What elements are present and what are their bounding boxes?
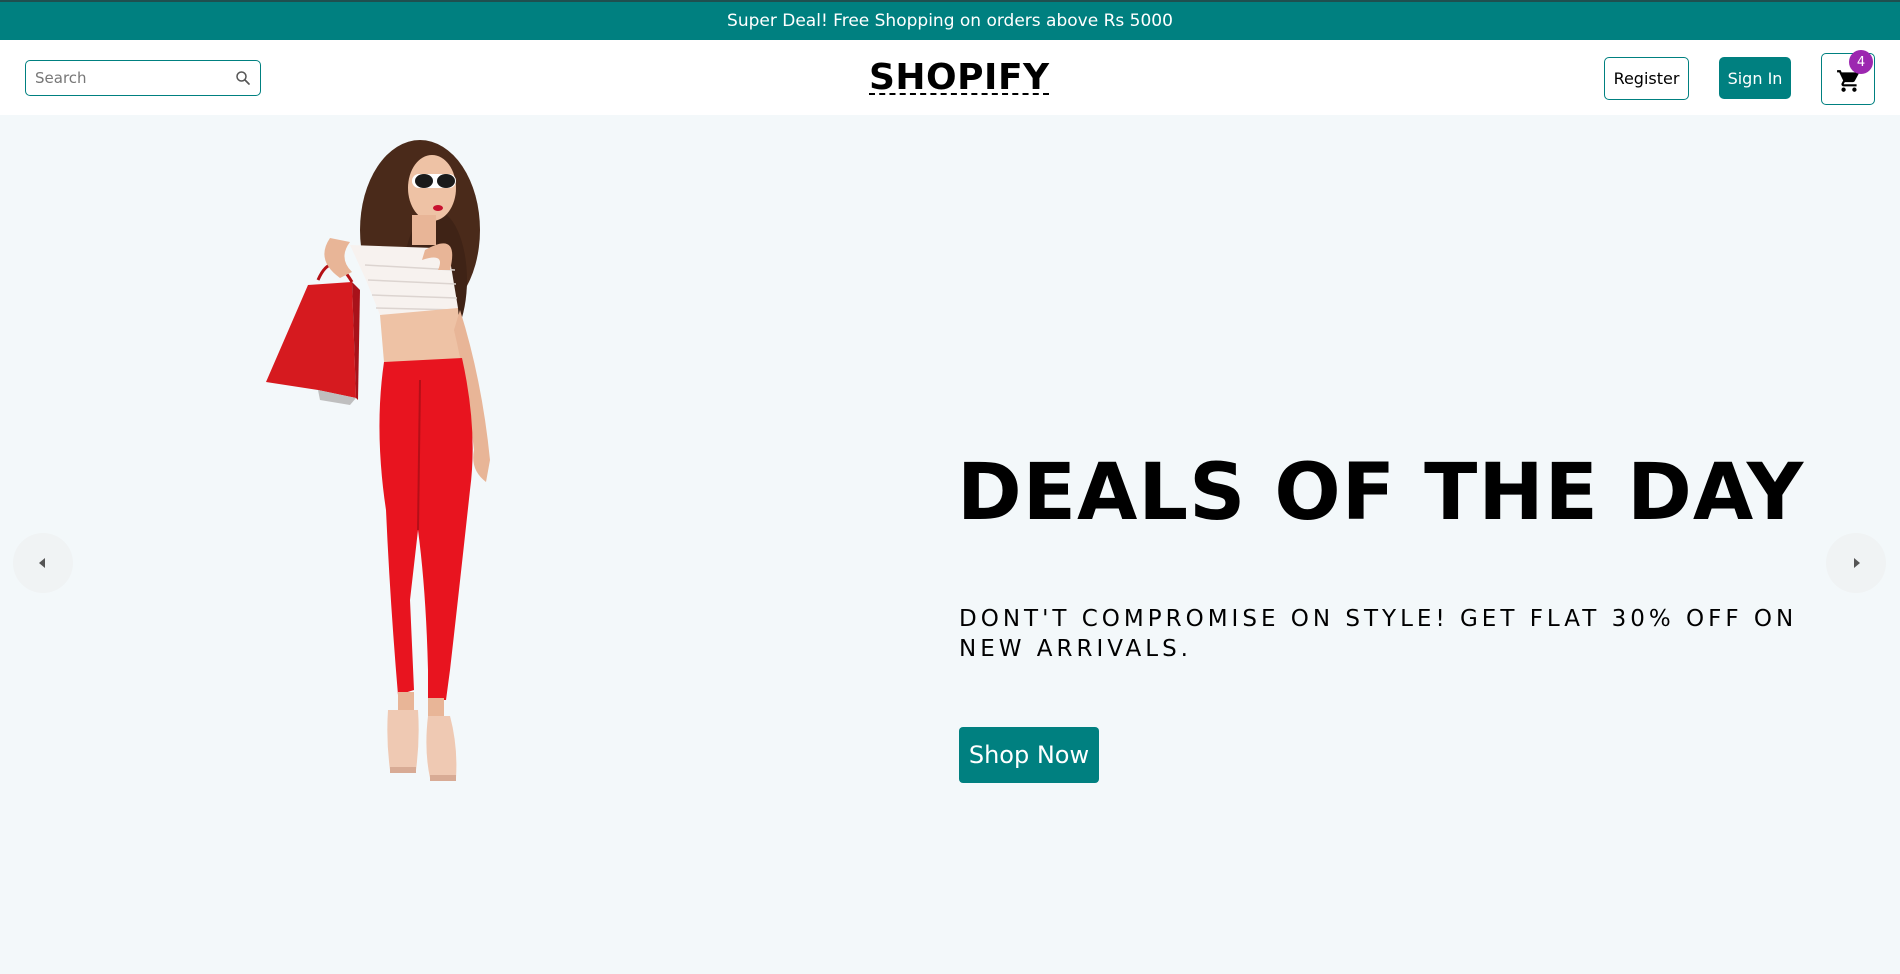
- arrow-right-icon: [1854, 558, 1860, 568]
- sign-in-button[interactable]: Sign In: [1719, 57, 1791, 99]
- announcement-bar: Super Deal! Free Shopping on orders abov…: [0, 0, 1900, 40]
- hero-model-image: [266, 140, 490, 781]
- navbar: SHOPIFY Register Sign In 4: [0, 40, 1900, 115]
- shop-now-button[interactable]: Shop Now: [959, 727, 1099, 783]
- cart-count-badge: 4: [1849, 50, 1873, 74]
- site-logo[interactable]: SHOPIFY: [869, 56, 1050, 100]
- slider-prev-button[interactable]: [13, 533, 73, 593]
- slider-next-button[interactable]: [1826, 533, 1886, 593]
- announcement-text: Super Deal! Free Shopping on orders abov…: [727, 11, 1173, 31]
- hero-subtitle: DONT'T COMPROMISE ON STYLE! GET FLAT 30%…: [959, 606, 1798, 662]
- hero-slider: DEALS OF THE DAY DONT'T COMPROMISE ON ST…: [0, 115, 1900, 974]
- search-icon[interactable]: [234, 69, 252, 87]
- hero-title: DEALS OF THE DAY: [957, 448, 1805, 538]
- register-button[interactable]: Register: [1604, 57, 1689, 100]
- search-box[interactable]: [25, 60, 261, 96]
- search-input[interactable]: [35, 69, 225, 87]
- arrow-left-icon: [39, 558, 45, 568]
